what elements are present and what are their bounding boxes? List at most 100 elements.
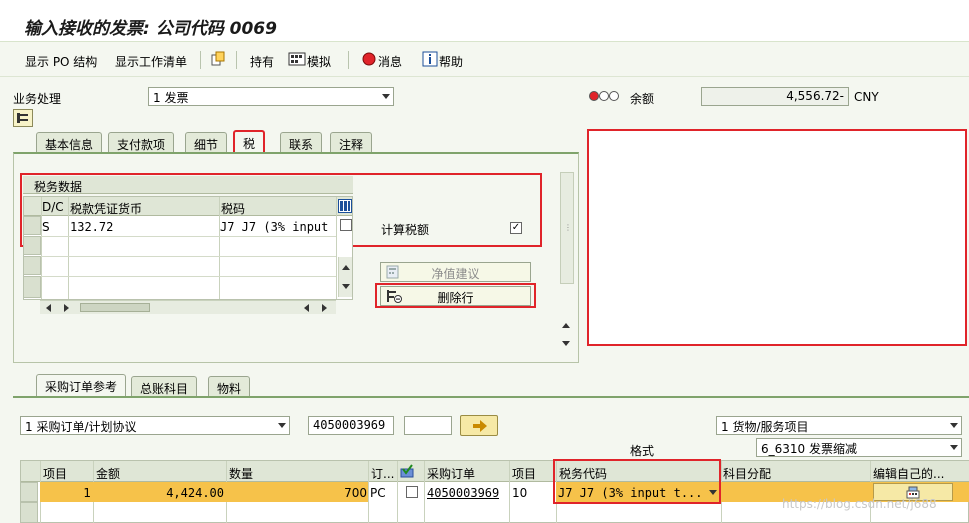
items-table-header: 项目 金额 数量 订... 采购订单 项目 税务代码 科目分配 编辑自己的... — [21, 461, 969, 482]
scroll-up-icon[interactable] — [342, 265, 350, 270]
help-button[interactable]: 帮助 — [439, 53, 463, 70]
toolbar-separator — [200, 51, 201, 69]
panel-splitter[interactable]: ⋮ — [560, 172, 574, 284]
tax-row-amount[interactable]: 132.72 — [70, 220, 113, 234]
po-go-button[interactable] — [460, 415, 498, 436]
tax-group-header: 税务数据 — [23, 176, 353, 194]
messages-button[interactable]: 消息 — [378, 53, 402, 70]
tax-grid-scrollbar[interactable] — [338, 257, 352, 297]
row-selector[interactable] — [23, 216, 41, 235]
row-quantity[interactable]: 700 — [229, 486, 367, 500]
simulate-icon[interactable] — [288, 51, 306, 70]
calc-tax-label: 计算税额 — [381, 223, 430, 237]
hold-button[interactable]: 持有 — [250, 53, 274, 70]
chevron-down-icon — [950, 423, 958, 428]
tax-grid-header: D/C 税款凭证货币 税码 — [24, 197, 352, 216]
simulate-button[interactable]: 模拟 — [307, 53, 331, 70]
po-item-input[interactable] — [404, 416, 452, 435]
tab-basic-info[interactable]: 基本信息 — [36, 132, 103, 152]
row-amount[interactable]: 4,424.00 — [96, 486, 224, 500]
col-order-unit: 订... — [371, 467, 395, 481]
scroll-thumb[interactable] — [80, 303, 150, 312]
show-worklist-button[interactable]: 显示工作清单 — [115, 53, 187, 70]
redacted-area — [587, 129, 967, 346]
col-quantity: 数量 — [229, 467, 254, 481]
item-type-value: 1 货物/服务项目 — [721, 420, 809, 434]
col-edit-own: 编辑自己的... — [873, 467, 945, 481]
toolbar: 显示 PO 结构 显示工作清单 持有 模拟 消息 帮助 — [0, 43, 969, 77]
tab-gl-account[interactable]: 总账科目 — [131, 376, 198, 396]
help-icon[interactable] — [422, 51, 438, 70]
title-bar: 输入接收的发票: 公司代码 0069 — [0, 0, 969, 42]
tree-toggle-icon[interactable] — [13, 109, 33, 130]
reference-type-value: 1 采购订单/计划协议 — [25, 420, 137, 434]
calc-tax-checkbox[interactable]: ✓ — [510, 222, 522, 234]
messages-icon[interactable] — [361, 51, 377, 70]
tax-col-taxcode: 税码 — [221, 202, 246, 216]
tax-row-taxcode[interactable]: J7 J7 (3% input — [220, 220, 336, 234]
row-selector[interactable] — [20, 502, 38, 523]
col-po-item: 项目 — [512, 467, 537, 481]
row-selector[interactable] — [23, 256, 41, 275]
layout-select[interactable]: 6_6310 发票缩减 — [756, 438, 962, 457]
balance-field: 4,556.72- — [701, 87, 849, 106]
row-selector[interactable] — [20, 482, 38, 502]
tax-grid-hscroll[interactable] — [40, 300, 336, 314]
tax-row-dc[interactable]: S — [42, 220, 50, 234]
tab-details[interactable]: 细节 — [185, 132, 228, 152]
tab-po-reference[interactable]: 采购订单参考 — [36, 374, 127, 397]
scroll-up-icon[interactable] — [562, 323, 570, 328]
row-checkbox[interactable] — [406, 486, 418, 498]
traffic-light-icon — [589, 90, 619, 105]
row-selector[interactable] — [23, 276, 41, 298]
reference-type-select[interactable]: 1 采购订单/计划协议 — [20, 416, 290, 435]
row-unit[interactable]: PC — [370, 486, 386, 500]
col-amount: 金额 — [96, 467, 121, 481]
scroll-left-icon[interactable] — [46, 304, 51, 312]
column-settings-icon[interactable] — [338, 199, 352, 216]
tax-group-title: 税务数据 — [34, 180, 83, 194]
item-type-select[interactable]: 1 货物/服务项目 — [716, 416, 962, 435]
balance-label: 余额 — [630, 92, 655, 106]
row-po-item[interactable]: 10 — [512, 486, 527, 500]
checkmark-column-icon — [400, 464, 414, 481]
layout-value: 6_6310 发票缩减 — [761, 442, 857, 456]
net-suggest-button[interactable]: 净值建议 — [380, 262, 531, 282]
col-item: 项目 — [43, 467, 68, 481]
tax-grid: D/C 税款凭证货币 税码 S 132.72 J7 J7 (3% input — [23, 196, 353, 300]
watermark: https://blog.csdn.net/j688 — [782, 497, 937, 511]
chevron-down-icon — [278, 423, 286, 428]
row-item[interactable]: 1 — [43, 486, 91, 500]
po-number-input[interactable]: 4050003969 — [308, 416, 394, 435]
tab-notes[interactable]: 注释 — [330, 132, 373, 152]
tab-tax[interactable]: 税 — [233, 130, 266, 153]
chevron-down-icon — [950, 445, 958, 450]
scroll-right-icon[interactable] — [64, 304, 69, 312]
tab-payment[interactable]: 支付款项 — [108, 132, 175, 152]
row-selector[interactable] — [23, 236, 41, 255]
col-account-assignment: 科目分配 — [723, 467, 772, 481]
toolbar-separator — [348, 51, 349, 69]
row-po-link[interactable]: 4050003969 — [427, 486, 499, 500]
scroll-down-icon[interactable] — [562, 341, 570, 346]
layout-label: 格式 — [630, 444, 655, 458]
transaction-select[interactable]: 1 发票 — [148, 87, 394, 106]
tax-col-dc: D/C — [42, 200, 64, 214]
transaction-value: 1 发票 — [153, 91, 189, 105]
scroll-left-icon[interactable] — [304, 304, 309, 312]
window-title: 输入接收的发票: 公司代码 0069 — [24, 19, 277, 39]
tab-contact[interactable]: 联系 — [280, 132, 323, 152]
col-po: 采购订单 — [427, 467, 476, 481]
scroll-right-icon[interactable] — [322, 304, 327, 312]
items-table: 项目 金额 数量 订... 采购订单 项目 税务代码 科目分配 编辑自己的...… — [20, 460, 969, 523]
delete-row-label: 删除行 — [437, 291, 474, 305]
show-po-structure-button[interactable]: 显示 PO 结构 — [25, 53, 97, 70]
tab-material[interactable]: 物料 — [208, 376, 251, 396]
row-checkbox[interactable] — [340, 219, 352, 231]
scroll-down-icon[interactable] — [342, 284, 350, 289]
delete-row-button[interactable]: 删除行 — [380, 286, 531, 306]
transaction-label: 业务处理 — [13, 92, 62, 106]
new-document-icon[interactable] — [210, 51, 226, 70]
toolbar-separator — [236, 51, 237, 69]
tax-code-highlight — [553, 459, 721, 504]
